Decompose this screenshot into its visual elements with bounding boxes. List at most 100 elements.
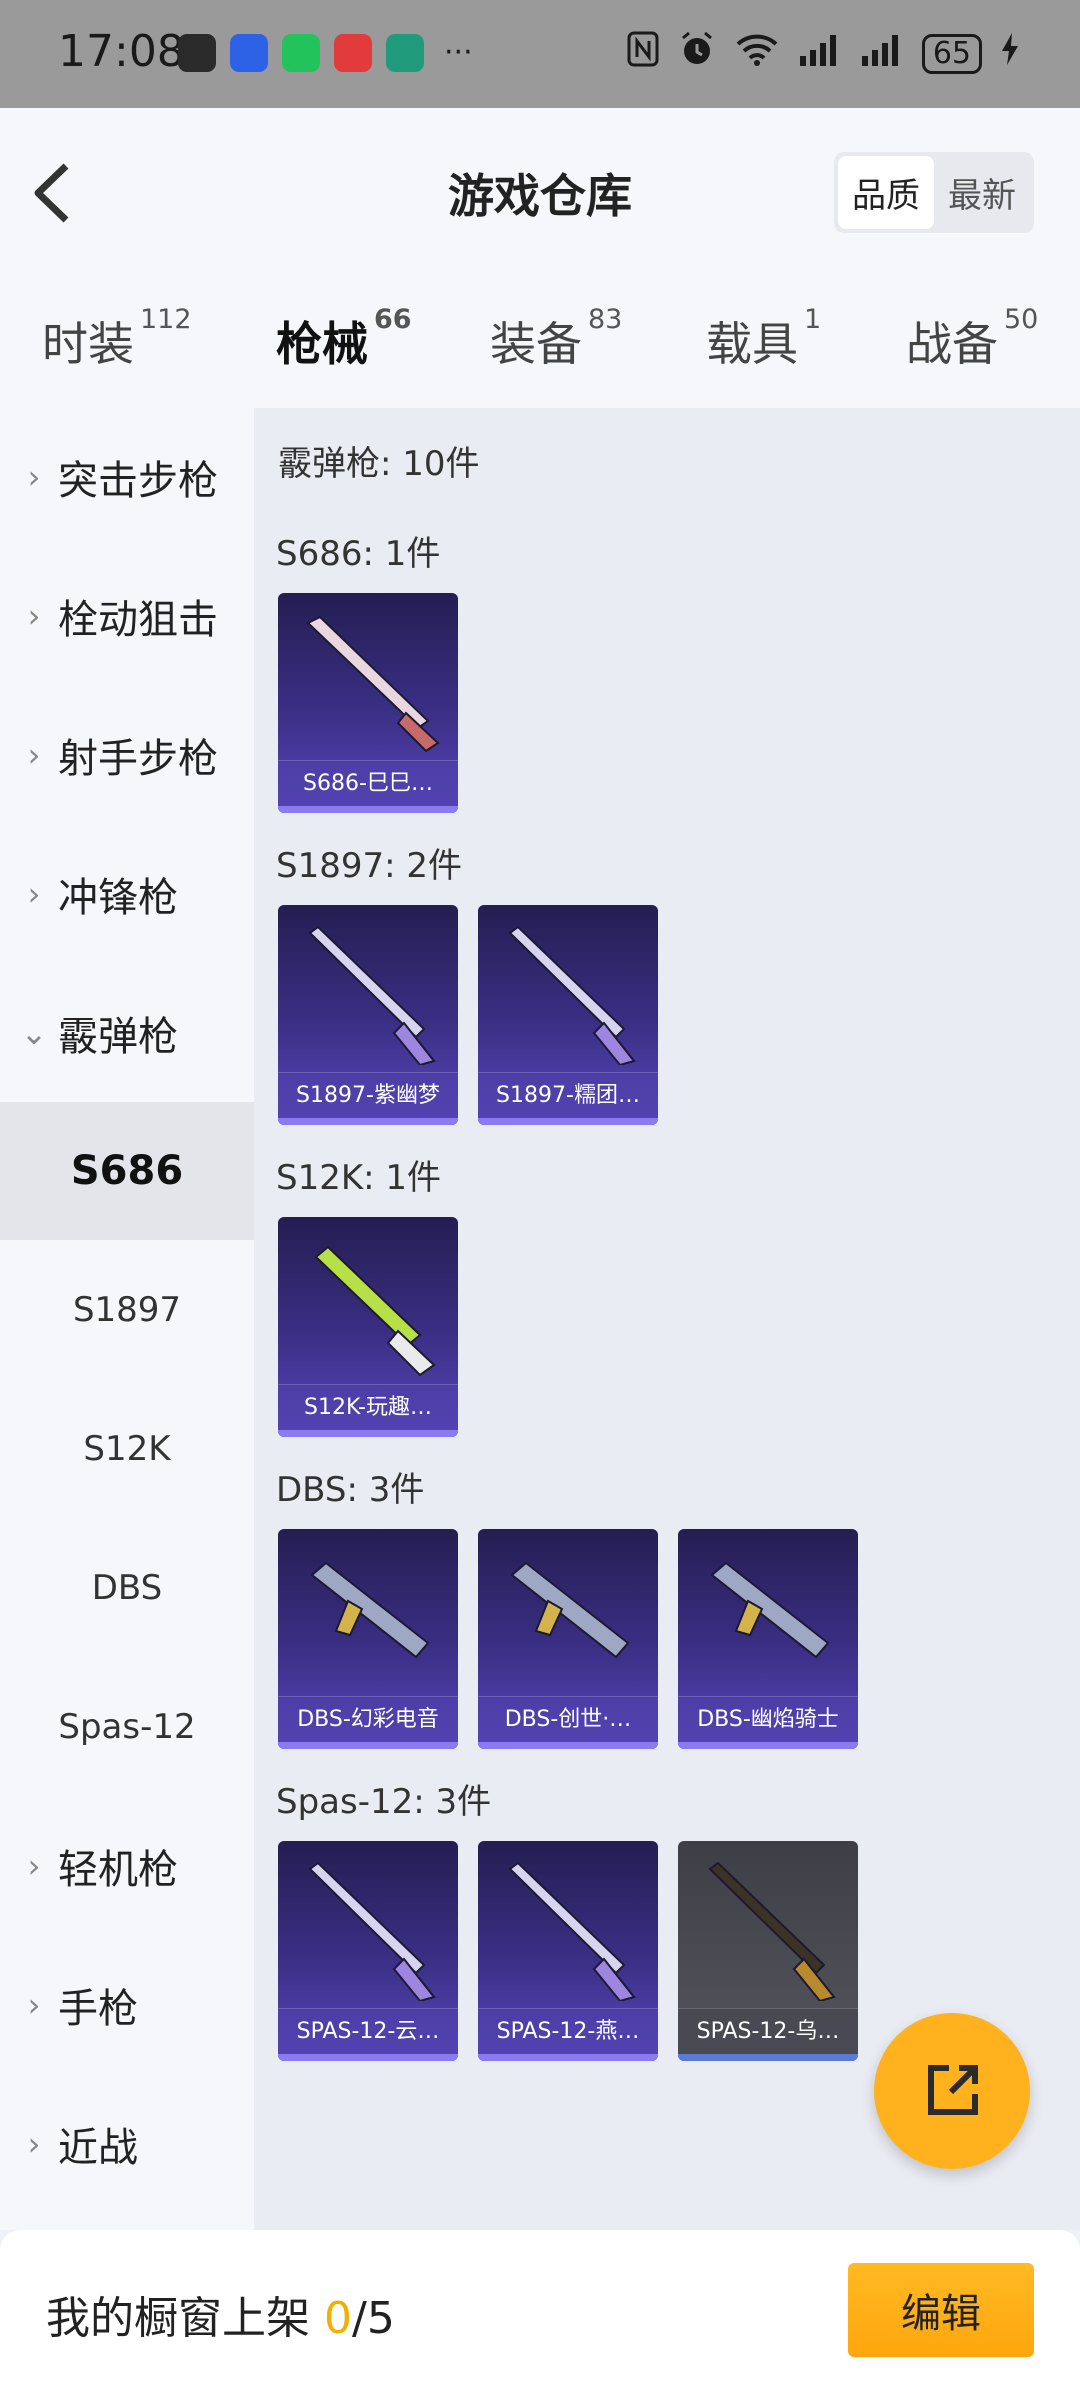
rarity-bar — [278, 1430, 458, 1437]
showcase-status: 我的橱窗上架 0/5 — [46, 2282, 395, 2346]
gun-image — [306, 615, 440, 753]
skin-name: SPAS-12-云… — [278, 2008, 458, 2054]
skin-name: S1897-紫幽梦 — [278, 1072, 458, 1118]
skin-card[interactable]: S12K-玩趣… — [278, 1217, 458, 1437]
bottom-bar: 我的橱窗上架 0/5 编辑 — [0, 2230, 1080, 2387]
skin-card[interactable]: S686-巳巳… — [278, 593, 458, 813]
chevron-down-icon: ⌄ — [20, 1014, 48, 1052]
tab-equipment[interactable]: 装备 83 — [490, 304, 622, 374]
wifi-icon — [734, 30, 780, 77]
sidebar-subitem-s1897[interactable]: S1897 — [0, 1241, 254, 1379]
status-bar: 17:08 ··· 65 — [0, 0, 1080, 108]
skin-name: SPAS-12-燕… — [478, 2008, 658, 2054]
skin-card[interactable]: S1897-糯团… — [478, 905, 658, 1125]
skin-card[interactable]: DBS-幻彩电音 — [278, 1529, 458, 1749]
sidebar-item-label: 栓动狙击 — [58, 597, 218, 643]
skin-name: SPAS-12-乌… — [678, 2008, 858, 2054]
gun-barrel — [710, 1561, 830, 1659]
gun-image — [508, 1861, 636, 2001]
gun-barrel — [310, 1561, 430, 1659]
gun-image — [308, 925, 436, 1065]
gun-image — [308, 1861, 436, 2001]
tab-label: 载具 — [706, 317, 798, 371]
sidebar-item-shotgun[interactable]: ⌄ 霰弹枪 — [0, 964, 254, 1102]
skin-card[interactable]: SPAS-12-乌… — [678, 1841, 858, 2061]
sidebar-item-label: 霰弹枪 — [58, 1014, 178, 1060]
gun-image — [710, 1561, 830, 1659]
skin-card[interactable]: DBS-创世·… — [478, 1529, 658, 1749]
sort-quality-option[interactable]: 品质 — [838, 156, 934, 229]
app-notification-icon — [178, 34, 216, 72]
tab-supplies[interactable]: 战备 50 — [906, 304, 1038, 374]
group-title: DBS: 3件 — [276, 1470, 425, 1510]
rarity-bar — [278, 1118, 458, 1125]
signal-icon — [860, 32, 904, 75]
sidebar-item-pistol[interactable]: › 手枪 — [0, 1936, 254, 2074]
gun-stock — [334, 1599, 364, 1637]
tab-count: 50 — [1004, 304, 1039, 335]
sidebar-item-label: 近战 — [58, 2125, 138, 2171]
gun-barrel — [508, 1861, 626, 1975]
tab-vehicles[interactable]: 载具 1 — [706, 304, 821, 374]
chevron-right-icon: › — [27, 736, 41, 774]
rarity-bar — [478, 2054, 658, 2061]
gun-barrel — [308, 925, 426, 1039]
skin-name: S12K-玩趣… — [278, 1384, 458, 1430]
skin-card[interactable]: SPAS-12-云… — [278, 1841, 458, 2061]
tab-count: 1 — [804, 304, 822, 335]
sidebar-item-melee[interactable]: › 近战 — [0, 2075, 254, 2213]
sidebar-item-smg[interactable]: › 冲锋枪 — [0, 825, 254, 963]
rarity-bar — [278, 2054, 458, 2061]
sidebar-item-label: 突击步枪 — [58, 458, 218, 504]
sidebar-item-label: 手枪 — [58, 1986, 138, 2032]
group-title: Spas-12: 3件 — [276, 1782, 492, 1822]
gun-barrel — [708, 1861, 826, 1975]
chevron-right-icon: › — [27, 875, 41, 913]
nfc-icon — [626, 30, 660, 77]
alarm-icon — [678, 30, 716, 77]
sidebar-subitem-s12k[interactable]: S12K — [0, 1380, 254, 1518]
skin-name: S1897-糯团… — [478, 1072, 658, 1118]
group-title: S12K: 1件 — [276, 1158, 442, 1198]
gun-barrel — [306, 615, 430, 730]
app-notification-icon — [334, 34, 372, 72]
tab-count: 112 — [140, 304, 192, 335]
gun-image — [310, 1561, 430, 1659]
sidebar-subitem-dbs[interactable]: DBS — [0, 1519, 254, 1657]
group-title: S686: 1件 — [276, 534, 441, 574]
skin-card[interactable]: SPAS-12-燕… — [478, 1841, 658, 2061]
sidebar-subitem-s686[interactable]: S686 — [0, 1102, 254, 1240]
gun-image — [314, 1245, 436, 1377]
sidebar-item-bolt-sniper[interactable]: › 栓动狙击 — [0, 547, 254, 685]
edit-button[interactable]: 编辑 — [848, 2263, 1034, 2357]
gun-image — [708, 1861, 836, 2001]
charging-icon — [1000, 31, 1020, 76]
system-icons: 65 — [626, 30, 1020, 77]
sidebar-subitem-spas12[interactable]: Spas-12 — [0, 1658, 254, 1796]
sidebar-item-label: 射手步枪 — [58, 736, 218, 782]
app-notification-icon — [230, 34, 268, 72]
category-sidebar: › 突击步枪 › 栓动狙击 › 射手步枪 › 冲锋枪 ⌄ 霰弹枪 S686 S1897 S… — [0, 408, 254, 2230]
sidebar-item-assault-rifle[interactable]: › 突击步枪 — [0, 408, 254, 546]
tab-fashion[interactable]: 时装 112 — [42, 304, 192, 374]
sidebar-item-marksman-rifle[interactable]: › 射手步枪 — [0, 686, 254, 824]
battery-indicator: 65 — [921, 33, 982, 74]
rarity-bar — [478, 1118, 658, 1125]
tab-label: 战备 — [906, 317, 998, 371]
chevron-right-icon: › — [27, 1986, 41, 2024]
share-button[interactable] — [874, 2013, 1030, 2169]
chevron-right-icon: › — [27, 458, 41, 496]
sidebar-item-lmg[interactable]: › 轻机枪 — [0, 1797, 254, 1935]
skin-card[interactable]: DBS-幽焰骑士 — [678, 1529, 858, 1749]
notification-icons: ··· — [178, 34, 473, 72]
sort-latest-option[interactable]: 最新 — [934, 156, 1030, 229]
tab-guns[interactable]: 枪械 66 — [276, 304, 412, 426]
gun-image — [508, 925, 636, 1065]
gun-barrel — [508, 925, 626, 1039]
tab-count: 66 — [374, 304, 412, 335]
gun-image — [510, 1561, 630, 1659]
skin-card[interactable]: S1897-紫幽梦 — [278, 905, 458, 1125]
sidebar-item-label: 轻机枪 — [58, 1847, 178, 1893]
gun-barrel — [314, 1245, 422, 1347]
app-notification-icon — [386, 34, 424, 72]
